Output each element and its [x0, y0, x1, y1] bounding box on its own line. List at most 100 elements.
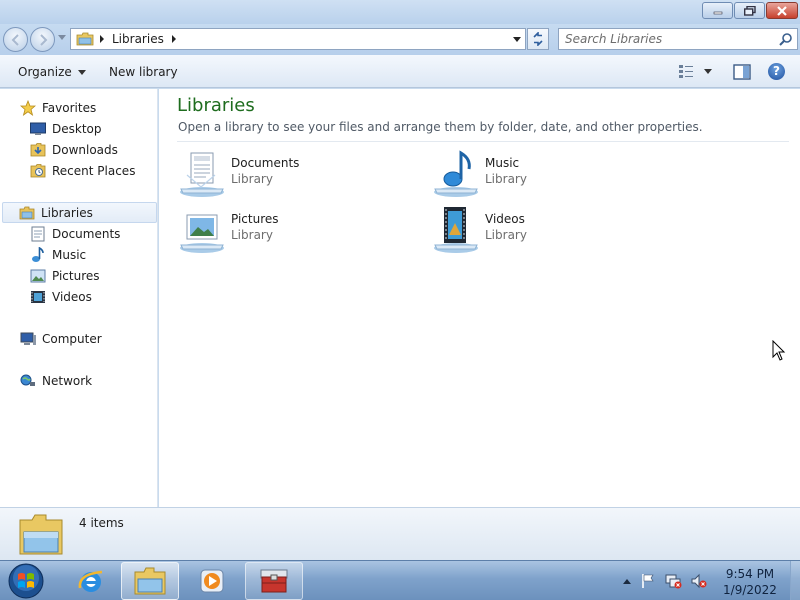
desktop-icon	[30, 121, 46, 137]
volume-muted-icon[interactable]	[690, 573, 708, 589]
nav-videos-label: Videos	[52, 289, 92, 304]
navigation-bar: Libraries	[0, 24, 800, 55]
documents-icon	[30, 226, 46, 242]
forward-arrow-icon	[40, 34, 48, 46]
nav-desktop[interactable]: Desktop	[30, 118, 102, 139]
nav-computer-label: Computer	[42, 331, 102, 346]
library-type: Library	[485, 172, 527, 186]
nav-music[interactable]: Music	[30, 244, 86, 265]
forward-button[interactable]	[30, 27, 55, 52]
nav-computer[interactable]: Computer	[20, 328, 102, 349]
nav-pictures[interactable]: Pictures	[30, 265, 100, 286]
system-clock[interactable]: 9:54 PM 1/9/2022	[712, 566, 788, 598]
search-input[interactable]	[559, 29, 769, 49]
show-hidden-icons-icon[interactable]	[622, 577, 632, 585]
nav-recent-places[interactable]: Recent Places	[30, 160, 135, 181]
maximize-button[interactable]	[734, 2, 765, 19]
nav-downloads[interactable]: Downloads	[30, 139, 118, 160]
preview-pane-button[interactable]	[733, 64, 751, 83]
computer-icon	[20, 331, 36, 347]
back-arrow-icon	[11, 34, 19, 46]
notification-area	[618, 561, 718, 600]
taskbar-media-player[interactable]	[183, 562, 241, 600]
taskbar-internet-explorer[interactable]	[62, 562, 120, 600]
libraries-folder-icon	[19, 514, 63, 555]
taskbar: 9:54 PM 1/9/2022	[0, 560, 800, 600]
music-library-icon	[434, 150, 478, 197]
pictures-icon	[30, 268, 46, 284]
library-tile-music[interactable]: Music Library	[431, 149, 661, 199]
network-status-icon[interactable]	[664, 573, 682, 589]
nav-libraries[interactable]: Libraries	[2, 202, 157, 223]
preview-pane-icon	[733, 64, 751, 80]
media-player-icon	[200, 569, 224, 593]
documents-library-icon	[180, 152, 224, 197]
start-button[interactable]	[6, 562, 46, 600]
change-view-button[interactable]	[678, 64, 712, 78]
search-box[interactable]	[558, 28, 798, 50]
navigation-pane: Favorites Desktop Downloads Recent Place…	[0, 89, 158, 507]
nav-network[interactable]: Network	[20, 370, 92, 391]
new-library-label: New library	[109, 65, 178, 79]
library-tile-documents[interactable]: Documents Library	[177, 149, 407, 199]
nav-favorites[interactable]: Favorites	[20, 97, 96, 118]
library-name: Music	[485, 156, 520, 170]
pictures-library-icon	[180, 214, 224, 253]
minimize-button[interactable]	[702, 2, 733, 19]
taskbar-toolbox[interactable]	[245, 562, 303, 600]
page-description: Open a library to see your files and arr…	[178, 120, 703, 134]
page-title: Libraries	[177, 95, 255, 116]
address-history-dropdown[interactable]	[513, 37, 521, 42]
library-type: Library	[231, 172, 273, 186]
nav-videos[interactable]: Videos	[30, 286, 92, 307]
nav-music-label: Music	[52, 247, 87, 262]
breadcrumb-children-arrow[interactable]	[171, 35, 176, 43]
window-titlebar[interactable]	[0, 0, 800, 24]
recent-places-icon	[30, 163, 46, 179]
action-center-flag-icon[interactable]	[640, 573, 656, 589]
recent-pages-dropdown[interactable]	[58, 35, 66, 40]
command-toolbar: Organize New library ?	[0, 55, 800, 88]
window-controls	[702, 2, 798, 19]
breadcrumb-separator[interactable]	[100, 35, 104, 43]
library-tile-videos[interactable]: Videos Library	[431, 205, 661, 255]
library-type: Library	[485, 228, 527, 242]
new-library-button[interactable]: New library	[109, 65, 178, 79]
nav-downloads-label: Downloads	[52, 142, 118, 157]
chevron-down-icon	[704, 68, 712, 74]
videos-icon	[30, 289, 46, 305]
minimize-icon	[713, 11, 722, 14]
refresh-icon	[533, 32, 543, 46]
library-type: Library	[231, 228, 273, 242]
library-name: Videos	[485, 212, 525, 226]
breadcrumb-libraries[interactable]: Libraries	[112, 32, 164, 46]
nav-documents[interactable]: Documents	[30, 223, 120, 244]
item-count: 4 items	[79, 516, 124, 530]
music-icon	[30, 246, 46, 263]
refresh-button[interactable]	[527, 28, 549, 50]
help-button[interactable]: ?	[768, 63, 785, 80]
nav-documents-label: Documents	[52, 226, 121, 241]
back-button[interactable]	[3, 27, 28, 52]
show-desktop-button[interactable]	[790, 561, 800, 600]
windows-explorer-icon	[134, 567, 166, 595]
toolbox-icon	[260, 569, 288, 593]
search-icon[interactable]	[779, 32, 793, 46]
library-name: Documents	[231, 156, 300, 170]
clock-time: 9:54 PM	[725, 567, 775, 581]
close-button[interactable]	[766, 2, 798, 19]
content-pane: Libraries Open a library to see your fil…	[159, 89, 800, 507]
organize-label: Organize	[18, 65, 72, 79]
mouse-cursor-icon	[772, 340, 786, 361]
favorites-star-icon	[20, 99, 36, 116]
organize-button[interactable]: Organize	[18, 65, 86, 79]
chevron-down-icon	[77, 69, 86, 75]
address-bar[interactable]: Libraries	[70, 28, 526, 50]
libraries-folder-icon	[76, 32, 94, 46]
restore-icon	[743, 5, 756, 16]
taskbar-windows-explorer[interactable]	[121, 562, 179, 600]
nav-desktop-label: Desktop	[52, 121, 102, 136]
internet-explorer-icon	[78, 570, 103, 592]
clock-date: 1/9/2022	[723, 583, 777, 597]
library-tile-pictures[interactable]: Pictures Library	[177, 205, 407, 255]
